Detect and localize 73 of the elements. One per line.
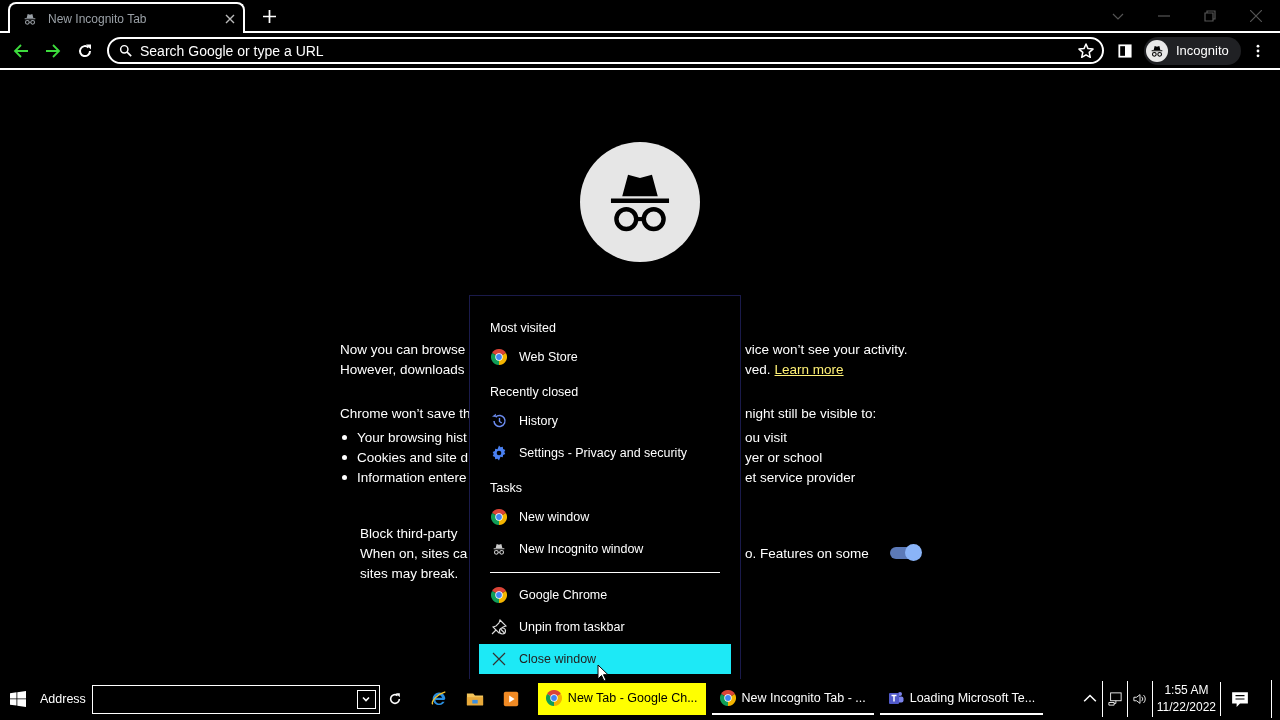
bullet-icon (342, 434, 347, 440)
profile-label: Incognito (1176, 43, 1229, 58)
menu-item[interactable]: New Incognito window (479, 533, 731, 565)
internet-explorer-icon[interactable] (429, 690, 448, 708)
back-arrow-icon[interactable] (13, 42, 29, 59)
learn-more-link[interactable]: Learn more (774, 361, 844, 377)
incognito-avatar (1146, 39, 1168, 62)
address-bar[interactable]: Search Google or type a URL (107, 37, 1104, 64)
unpin-icon (491, 619, 507, 635)
star-icon[interactable] (1078, 42, 1094, 59)
clock[interactable]: 1:55 AM 11/22/2022 (1152, 682, 1221, 716)
tab-title: New Incognito Tab (48, 11, 148, 26)
settings-icon (491, 445, 507, 461)
body-text: Now you can browse (340, 341, 467, 357)
windows-start-icon[interactable] (10, 691, 26, 707)
setting-description: o. Features on some (745, 545, 869, 561)
side-panel-icon[interactable] (1118, 43, 1132, 58)
menu-icon[interactable] (1255, 43, 1260, 58)
list-item-text: yer or school (745, 449, 823, 465)
taskbar-button[interactable]: New Incognito Tab - ... (711, 683, 874, 715)
setting-description: sites may break. (359, 565, 460, 581)
close-icon[interactable] (225, 13, 235, 24)
incognito-icon (491, 541, 507, 557)
body-text: vice won’t see your activity. (745, 341, 908, 357)
dropdown-button[interactable] (356, 689, 376, 709)
reload-icon[interactable] (77, 42, 93, 59)
chrome-icon (545, 690, 562, 706)
address-label: Address (40, 692, 86, 706)
setting-description: When on, sites ca (359, 545, 469, 561)
section-heading: Most visited (489, 320, 557, 337)
menu-item[interactable]: History (479, 405, 731, 437)
list-item-text: Cookies and site d (357, 449, 469, 465)
taskbar-button[interactable]: Loading Microsoft Te... (879, 683, 1044, 715)
toggle-switch[interactable] (890, 547, 920, 559)
section-heading: Tasks (489, 480, 523, 497)
bullet-icon (342, 454, 347, 460)
body-text: ved. (745, 361, 771, 377)
list-item-text: Information entere (357, 469, 467, 485)
plus-icon[interactable] (263, 10, 276, 23)
chrome-icon (491, 509, 507, 525)
section-heading: Recently closed (489, 384, 580, 401)
forward-arrow-icon[interactable] (45, 42, 61, 59)
menu-item[interactable]: Web Store (479, 341, 731, 373)
notification-icon[interactable] (1231, 690, 1249, 708)
profile-chip[interactable]: Incognito (1144, 36, 1241, 65)
refresh-icon[interactable] (387, 692, 402, 706)
chrome-icon (491, 587, 507, 603)
list-item-text: Your browsing hist (357, 429, 467, 445)
list-item-text: et service provider (745, 469, 856, 485)
menu-item[interactable]: New window (479, 501, 731, 533)
menu-item[interactable]: Google Chrome (479, 579, 731, 611)
chrome-icon (719, 690, 736, 706)
bullet-icon (342, 474, 347, 480)
setting-title: Block third-party (359, 525, 459, 541)
media-player-icon[interactable] (501, 690, 520, 708)
taskbar-button[interactable]: New Tab - Google Ch... (537, 683, 706, 715)
history-icon (491, 413, 507, 429)
teams-icon (887, 690, 904, 706)
date: 11/22/2022 (1156, 699, 1216, 716)
browser-tab[interactable]: New Incognito Tab (8, 2, 245, 33)
menu-item[interactable]: Settings - Privacy and security (479, 437, 731, 469)
address-field[interactable] (91, 684, 380, 714)
time: 1:55 AM (1164, 682, 1209, 699)
body-text: However, downloads (340, 361, 466, 377)
search-icon (119, 44, 132, 57)
chrome-icon (491, 349, 507, 365)
search-input[interactable]: Search Google or type a URL (140, 42, 1078, 59)
list-item-text: ou visit (745, 429, 788, 445)
menu-item[interactable]: Unpin from taskbar (479, 611, 731, 643)
menu-item[interactable]: Close window (479, 644, 731, 674)
body-text: night still be visible to: (745, 405, 877, 421)
close-icon (491, 651, 507, 667)
chevron-down-icon (361, 694, 372, 704)
